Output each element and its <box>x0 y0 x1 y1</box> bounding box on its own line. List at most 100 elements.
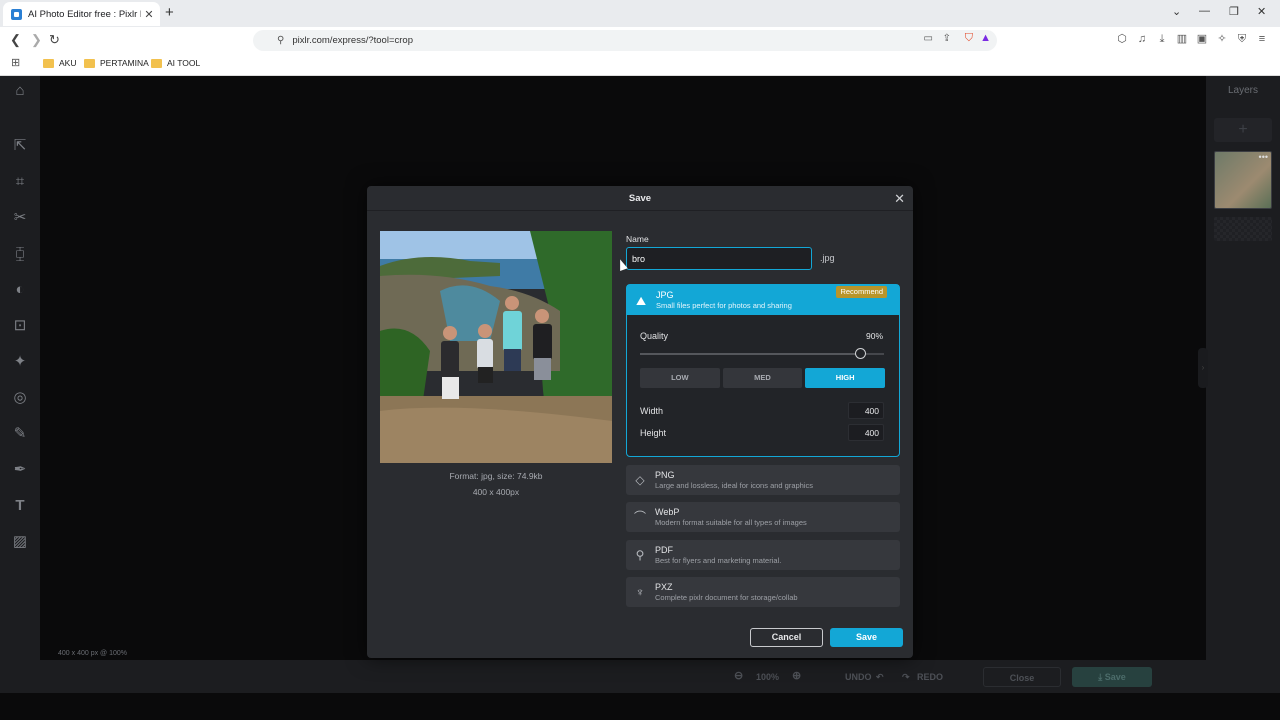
layers-panel: Layers + ••• <box>1206 76 1280 693</box>
redo-icon: ↷ <box>902 672 910 682</box>
dialog-title: Save <box>628 193 652 204</box>
bookmarks-bar: ⊞ AKU PERTAMINA AI TOOL <box>0 53 1280 76</box>
format-option-png[interactable]: ◇ PNG Large and lossless, ideal for icon… <box>626 465 900 495</box>
bookmark-pertamina[interactable]: PERTAMINA <box>84 58 149 68</box>
url-text: pixlr.com/express/?tool=crop <box>292 35 413 46</box>
background-layer[interactable] <box>1214 217 1272 241</box>
window-close-icon[interactable]: ✕ <box>1257 5 1266 18</box>
vpn-icon[interactable]: ⛨ <box>1234 31 1250 47</box>
jpg-header[interactable]: ⛰ JPG Small files perfect for photos and… <box>627 285 899 315</box>
format-description: Complete pixlr document for storage/coll… <box>655 593 798 602</box>
pdf-icon: ⚲ <box>635 548 645 562</box>
extensions-icon[interactable]: ⬡ <box>1114 31 1130 47</box>
quality-presets: LOW MED HIGH <box>640 368 886 388</box>
format-description: Best for flyers and marketing material. <box>655 556 782 565</box>
reload-icon[interactable]: ↻ <box>49 32 60 48</box>
restore-icon[interactable]: ❐ <box>1229 5 1239 18</box>
download-icon[interactable]: ⤓ <box>1154 31 1170 47</box>
arrange-icon[interactable]: ⇱ <box>10 136 30 156</box>
home-icon[interactable]: ⌂ <box>10 81 30 101</box>
height-input[interactable] <box>848 424 884 441</box>
filter-icon[interactable]: ◐ <box>10 280 30 300</box>
format-option-pxz[interactable]: ♆ PXZ Complete pixlr document for storag… <box>626 577 900 607</box>
extensions-area: ⬡ ♫ ⤓ ▥ ▣ ✧ ⛨ ≡ <box>1114 31 1270 47</box>
tab-search-icon[interactable]: ⌄ <box>1172 5 1181 18</box>
effect-icon[interactable]: ⊡ <box>10 316 30 336</box>
folder-icon <box>84 58 95 68</box>
cast-icon[interactable]: ▭ <box>924 33 933 44</box>
redo-button[interactable]: REDO <box>917 672 943 682</box>
draw-icon[interactable]: ✒ <box>10 460 30 480</box>
text-icon[interactable]: T <box>10 496 30 516</box>
wallet-icon[interactable]: ▣ <box>1194 31 1210 47</box>
liquify-icon[interactable]: ◎ <box>10 388 30 408</box>
slider-fill <box>640 353 860 355</box>
layer-thumbnail[interactable]: ••• <box>1214 151 1272 209</box>
save-button[interactable]: Save <box>830 628 903 647</box>
width-input[interactable] <box>848 402 884 419</box>
quality-slider[interactable] <box>640 348 884 359</box>
ai-tools-icon[interactable]: ✦ <box>10 352 30 372</box>
preview-dimensions: 400 x 400px <box>472 487 520 497</box>
recommend-badge: Recommend <box>836 286 887 298</box>
adjust-icon[interactable]: ⧮ <box>10 244 30 264</box>
width-label: Width <box>640 406 664 416</box>
close-button[interactable]: Close <box>983 667 1061 687</box>
bookmark-ai-tool[interactable]: AI TOOL <box>151 58 200 68</box>
quality-label: Quality <box>640 331 669 341</box>
canvas-info: 400 x 400 px @ 100% <box>58 650 127 657</box>
sidebar-icon[interactable]: ▥ <box>1174 31 1190 47</box>
slider-thumb[interactable] <box>854 348 866 359</box>
preset-low-button[interactable]: LOW <box>640 368 720 388</box>
image-preview <box>380 231 612 463</box>
forward-icon[interactable]: ❯ <box>31 32 42 48</box>
crop-icon[interactable]: ⌗ <box>10 172 30 192</box>
new-tab-button[interactable]: + <box>165 4 174 21</box>
site-info-icon[interactable]: ⚲ <box>277 35 284 46</box>
preset-med-button[interactable]: MED <box>722 368 803 388</box>
rewards-icon[interactable]: ▲ <box>980 32 991 44</box>
format-option-webp[interactable]: ⌒ WebP Modern format suitable for all ty… <box>626 502 900 532</box>
panel-toggle-icon[interactable]: › <box>1198 348 1208 388</box>
format-option-pdf[interactable]: ⚲ PDF Best for flyers and marketing mate… <box>626 540 900 570</box>
cutout-icon[interactable]: ✂ <box>10 208 30 228</box>
name-label: Name <box>626 234 649 244</box>
browser-tabstrip: AI Photo Editor free : Pixlr Expr ✕ + ⌄ … <box>0 0 1280 27</box>
zoom-in-icon[interactable]: ⊕ <box>792 669 801 682</box>
share-icon[interactable]: ⇪ <box>943 33 951 44</box>
zoom-out-icon[interactable]: ⊖ <box>734 669 743 682</box>
quality-value: 90% <box>865 331 883 341</box>
back-icon[interactable]: ❮ <box>10 32 21 48</box>
retouch-icon[interactable]: ✎ <box>10 424 30 444</box>
browser-toolbar: ❮ ❯ ↻ ☐ ⚲ pixlr.com/express/?tool=crop ▭… <box>0 27 1280 53</box>
format-option-jpg[interactable]: ⛰ JPG Small files perfect for photos and… <box>626 284 900 457</box>
layer-more-icon[interactable]: ••• <box>1259 152 1268 162</box>
zoom-level[interactable]: 100% <box>756 672 779 682</box>
filename-input[interactable] <box>626 247 812 270</box>
format-name: PDF <box>655 545 673 555</box>
apps-grid-icon[interactable]: ⊞ <box>11 56 20 69</box>
menu-icon[interactable]: ≡ <box>1254 31 1270 47</box>
format-name: JPG <box>656 290 674 300</box>
format-name: PNG <box>655 470 675 480</box>
add-layer-button[interactable]: + <box>1214 118 1272 142</box>
leo-ai-icon[interactable]: ✧ <box>1214 31 1230 47</box>
address-bar[interactable]: ⚲ pixlr.com/express/?tool=crop ▭ ⇪ ⛉ ▲ <box>253 30 997 51</box>
media-icon[interactable]: ♫ <box>1134 31 1150 47</box>
bottom-save-button[interactable]: ⤓ Save <box>1072 667 1152 687</box>
shapes-icon: ◇ <box>635 473 645 487</box>
dialog-close-icon[interactable]: ✕ <box>894 191 905 207</box>
bookmark-aku[interactable]: AKU <box>43 58 76 68</box>
undo-button[interactable]: UNDO <box>845 672 872 682</box>
dialog-header: Save ✕ <box>367 186 913 211</box>
undo-icon: ↶ <box>876 672 884 682</box>
cancel-button[interactable]: Cancel <box>750 628 823 647</box>
height-label: Height <box>640 428 667 438</box>
preset-high-button[interactable]: HIGH <box>805 368 886 388</box>
elements-icon[interactable]: ▨ <box>10 532 30 552</box>
folder-icon <box>43 58 54 68</box>
minimize-icon[interactable]: — <box>1199 5 1210 17</box>
tab-close-icon[interactable]: ✕ <box>141 8 157 21</box>
brave-shield-icon[interactable]: ⛉ <box>965 32 973 45</box>
browser-tab[interactable]: AI Photo Editor free : Pixlr Expr ✕ <box>3 2 160 26</box>
